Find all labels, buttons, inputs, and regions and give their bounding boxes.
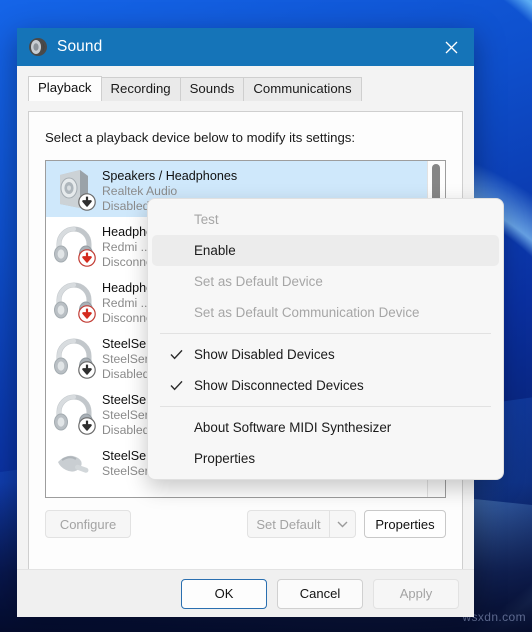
- device-context-menu: Test Enable Set as Default Device Set as De…: [147, 198, 504, 480]
- set-default-group: Set Default: [247, 510, 356, 538]
- menu-item-show-disconnected-devices[interactable]: Show Disconnected Devices: [152, 370, 499, 401]
- menu-separator: [160, 333, 491, 334]
- close-icon[interactable]: [428, 28, 474, 66]
- check-icon: [158, 349, 194, 360]
- menu-item-label: Enable: [194, 243, 236, 258]
- panel-instruction: Select a playback device below to modify…: [45, 130, 356, 145]
- tab-playback[interactable]: Playback: [28, 76, 102, 101]
- check-icon: [158, 380, 194, 391]
- device-action-row: Configure Set Default Properties: [45, 510, 446, 538]
- menu-separator: [160, 406, 491, 407]
- menu-item-label: Set as Default Communication Device: [194, 305, 420, 320]
- dialog-footer: OK Cancel Apply: [17, 569, 474, 617]
- menu-item-properties[interactable]: Properties: [152, 443, 499, 474]
- menu-item-test: Test: [152, 204, 499, 235]
- chevron-down-icon[interactable]: [329, 510, 356, 538]
- menu-item-set-as-default-communication-device: Set as Default Communication Device: [152, 297, 499, 328]
- speaker-box-icon: [52, 166, 96, 212]
- cancel-button[interactable]: Cancel: [277, 578, 363, 609]
- device-subtitle: Realtek Audio: [102, 184, 178, 198]
- window-title: Sound: [57, 38, 103, 55]
- tab-sounds[interactable]: Sounds: [179, 77, 245, 101]
- menu-item-label: Show Disconnected Devices: [194, 378, 364, 393]
- scrollbar-thumb[interactable]: [432, 164, 440, 202]
- menu-item-show-disabled-devices[interactable]: Show Disabled Devices: [152, 339, 499, 370]
- headphones-icon: [52, 278, 96, 324]
- menu-item-label: Show Disabled Devices: [194, 347, 335, 362]
- apply-button[interactable]: Apply: [373, 578, 459, 609]
- headphones-icon: [52, 390, 96, 436]
- menu-item-set-as-default-device: Set as Default Device: [152, 266, 499, 297]
- menu-item-label: About Software MIDI Synthesizer: [194, 420, 392, 435]
- configure-button[interactable]: Configure: [45, 510, 131, 538]
- menu-item-label: Test: [194, 212, 219, 227]
- properties-button[interactable]: Properties: [364, 510, 446, 538]
- set-default-button[interactable]: Set Default: [247, 510, 329, 538]
- title-bar: Sound: [17, 28, 474, 66]
- menu-item-label: Set as Default Device: [194, 274, 323, 289]
- tab-communications[interactable]: Communications: [243, 77, 362, 101]
- speaker-icon: [28, 37, 48, 57]
- menu-item-label: Properties: [194, 451, 256, 466]
- microphone-icon: [52, 446, 96, 492]
- menu-item-about-software-midi-synthesizer[interactable]: About Software MIDI Synthesizer: [152, 412, 499, 443]
- headphones-icon: [52, 334, 96, 380]
- tab-recording[interactable]: Recording: [100, 77, 181, 101]
- menu-item-enable[interactable]: Enable: [152, 235, 499, 266]
- tab-bar: Playback Recording Sounds Communications: [28, 76, 474, 101]
- device-name: Speakers / Headphones: [102, 169, 238, 183]
- headphones-icon: [52, 222, 96, 268]
- ok-button[interactable]: OK: [181, 578, 267, 609]
